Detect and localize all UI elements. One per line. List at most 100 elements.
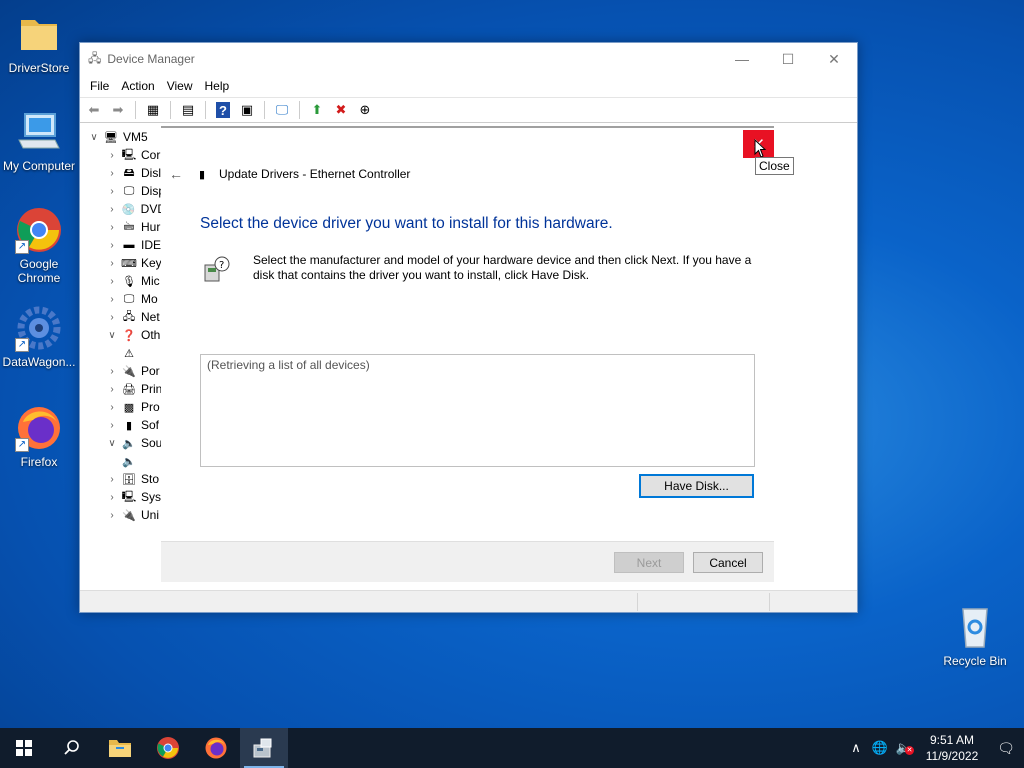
shortcut-arrow-icon: ↗ xyxy=(15,338,29,352)
hardware-question-icon: ? xyxy=(203,255,231,283)
tree-category[interactable]: › 🔌 Uni xyxy=(86,506,166,524)
dvd-icon: 💿 xyxy=(121,203,136,216)
mouse-icon: 🎙 xyxy=(122,275,136,288)
tree-category[interactable]: › 💿 DVD xyxy=(86,200,166,218)
uninstall-x-icon: ✖ xyxy=(335,102,347,117)
tree-category[interactable]: › 🔌 Por xyxy=(86,362,166,380)
menu-action[interactable]: Action xyxy=(115,79,160,93)
tree-category[interactable]: › 🖨 Prin xyxy=(86,380,166,398)
taskbar-clock[interactable]: 9:51 AM 11/9/2022 xyxy=(916,732,988,764)
tree-category[interactable]: › 🖳 Syst xyxy=(86,488,166,506)
properties-button[interactable]: ▤ xyxy=(178,100,198,120)
chevron-right-icon: › xyxy=(110,275,114,287)
menu-file[interactable]: File xyxy=(84,79,115,93)
close-button[interactable]: ✕ xyxy=(811,43,857,75)
update-driver-button[interactable]: ⬆ xyxy=(307,100,327,120)
tree-child-device[interactable]: 🔈 xyxy=(86,452,166,470)
show-hide-console-tree-button[interactable]: ▦ xyxy=(143,100,163,120)
desktop-icon-firefox[interactable]: ↗ Firefox xyxy=(0,404,78,469)
next-button[interactable]: Next xyxy=(614,552,684,573)
toolbar-separator xyxy=(135,101,136,119)
tree-category[interactable]: › ▮ Sof xyxy=(86,416,166,434)
tree-category[interactable]: › 🖵 Mo xyxy=(86,290,166,308)
desktop-icon-datawagon[interactable]: ↗ DataWagon... xyxy=(0,304,78,369)
help-button[interactable]: ? xyxy=(213,100,233,120)
taskbar-firefox[interactable] xyxy=(192,728,240,768)
chevron-right-icon: › xyxy=(110,257,114,269)
dialog-back-button[interactable]: ← xyxy=(169,166,187,182)
tree-category[interactable]: › 🖮 Hur xyxy=(86,218,166,236)
menu-view[interactable]: View xyxy=(161,79,199,93)
tree-category[interactable]: › 🖳 Cor xyxy=(86,146,166,164)
tree-root-label: VM5 xyxy=(123,130,148,144)
forward-button[interactable]: ➡ xyxy=(108,100,128,120)
tree-category[interactable]: › 🖧 Net xyxy=(86,308,166,326)
system-devices-icon: 🖳 xyxy=(121,490,137,503)
tree-category[interactable]: › 🎙 Mic xyxy=(86,272,166,290)
tree-category[interactable]: › 🗄 Sto xyxy=(86,470,166,488)
tree-category[interactable]: › 🖴 Disl xyxy=(86,164,166,182)
ide-icon: ▬ xyxy=(123,239,135,251)
tree-category[interactable]: › ▬ IDE xyxy=(86,236,166,254)
chevron-right-icon: › xyxy=(110,167,114,179)
back-button[interactable]: ⬅ xyxy=(84,100,104,120)
tree-item-label: Oth xyxy=(141,328,161,342)
start-button[interactable] xyxy=(0,728,48,768)
help-icon: ? xyxy=(216,102,230,118)
volume-muted-icon[interactable]: 🔈 ✕ xyxy=(892,740,916,756)
uninstall-device-button[interactable]: ✖ xyxy=(331,100,351,120)
tree-category[interactable]: ∨ ❓ Oth xyxy=(86,326,166,344)
chevron-right-icon: › xyxy=(110,491,114,503)
tree-category[interactable]: › 🖵 Disp xyxy=(86,182,166,200)
maximize-button[interactable]: ☐ xyxy=(765,43,811,75)
desktop-icon-recycle-bin[interactable]: Recycle Bin xyxy=(936,603,1014,668)
scan-hardware-button[interactable]: 🖵 xyxy=(272,100,292,120)
desktop-icon-my-computer[interactable]: My Computer xyxy=(0,108,78,173)
tree-item-label: Mic xyxy=(141,274,160,288)
chevron-up-icon[interactable]: ∧ xyxy=(844,740,868,756)
tree-category[interactable]: › ▩ Pro xyxy=(86,398,166,416)
action-pane-button[interactable]: ▣ xyxy=(237,100,257,120)
toolbar-separator xyxy=(264,101,265,119)
tree-category[interactable]: › ⌨ Key xyxy=(86,254,166,272)
software-device-icon: ▮ xyxy=(125,419,133,432)
tree-root[interactable]: ∨ 🖥 VM5 xyxy=(86,128,166,146)
keyboard-icon: ⌨ xyxy=(121,257,137,270)
network-globe-icon[interactable]: 🌐 xyxy=(868,740,892,756)
storage-icon: 🗄 xyxy=(122,473,136,486)
firefox-icon: ↗ xyxy=(15,404,63,452)
tree-item-label: Sof xyxy=(141,418,160,432)
taskbar-chrome[interactable] xyxy=(144,728,192,768)
disable-device-button[interactable]: ⊕ xyxy=(355,100,375,120)
dialog-header-text: Update Drivers - Ethernet Controller xyxy=(219,167,411,181)
monitor-icon: 🖵 xyxy=(123,292,135,305)
tree-item-label: Net xyxy=(141,310,160,324)
clock-time: 9:51 AM xyxy=(929,733,975,747)
chrome-icon xyxy=(157,737,179,759)
device-list[interactable]: (Retrieving a list of all devices) xyxy=(200,354,755,467)
taskbar-device-manager[interactable] xyxy=(240,728,288,768)
notification-center-button[interactable]: 🗨 xyxy=(988,740,1024,757)
search-button[interactable] xyxy=(48,728,96,768)
taskbar-file-explorer[interactable] xyxy=(96,728,144,768)
tree-child-device[interactable]: ⚠ xyxy=(86,344,166,362)
desktop-icon-google-chrome[interactable]: ↗ Google Chrome xyxy=(0,206,78,285)
computer-icon xyxy=(15,108,63,156)
chevron-right-icon: › xyxy=(110,293,114,305)
chevron-right-icon: › xyxy=(110,509,114,521)
desktop-icon-driverstore[interactable]: DriverStore xyxy=(0,10,78,75)
chevron-right-icon: › xyxy=(110,311,114,323)
system-tray: ∧ 🌐 🔈 ✕ 9:51 AM 11/9/2022 🗨 xyxy=(844,728,1024,768)
desktop-icon-label: Google Chrome xyxy=(17,257,61,285)
tree-item-label: Mo xyxy=(141,292,158,306)
title-bar[interactable]: 🖧 Device Manager — ☐ ✕ xyxy=(80,43,857,75)
menu-help[interactable]: Help xyxy=(199,79,236,93)
status-divider xyxy=(769,593,770,611)
tree-item-label: Key xyxy=(141,256,162,270)
tree-category[interactable]: ∨ 🔈 Sou xyxy=(86,434,166,452)
have-disk-button[interactable]: Have Disk... xyxy=(639,474,754,498)
tree-item-label: Por xyxy=(141,364,160,378)
minimize-button[interactable]: — xyxy=(719,43,765,75)
recycle-bin-icon xyxy=(951,603,999,651)
cancel-button[interactable]: Cancel xyxy=(693,552,763,573)
